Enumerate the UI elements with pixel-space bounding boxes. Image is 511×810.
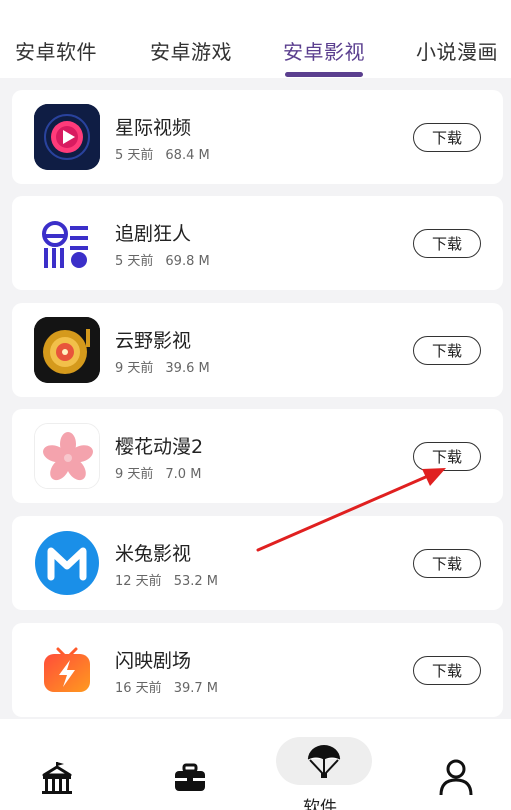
app-size: 69.8 M — [165, 254, 210, 269]
tab-android-video[interactable]: 安卓影视 — [283, 36, 365, 65]
app-size: 68.4 M — [165, 148, 210, 163]
nav-item-tools[interactable] — [130, 719, 250, 810]
app-age: 16 天前 — [115, 681, 162, 696]
play-icon — [34, 104, 100, 170]
app-card[interactable]: 追剧狂人 5 天前 69.8 M 下载 — [12, 196, 503, 290]
download-button[interactable]: 下载 — [413, 549, 481, 578]
nav-item-home[interactable] — [0, 719, 120, 810]
user-icon — [439, 759, 473, 796]
download-button[interactable]: 下载 — [413, 336, 481, 365]
app-meta: 9 天前 7.0 M — [115, 463, 201, 482]
app-card[interactable]: 闪映剧场 16 天前 39.7 M 下载 — [12, 623, 503, 717]
app-age: 12 天前 — [115, 574, 162, 589]
app-card[interactable]: 樱花动漫2 9 天前 7.0 M 下载 — [12, 409, 503, 503]
app-name: 追剧狂人 — [115, 223, 192, 245]
app-meta: 9 天前 39.6 M — [115, 357, 210, 376]
download-button[interactable]: 下载 — [413, 229, 481, 258]
app-size: 7.0 M — [165, 467, 202, 482]
download-button[interactable]: 下载 — [413, 123, 481, 152]
tab-novel-comics[interactable]: 小说漫画 — [416, 36, 498, 65]
app-size: 53.2 M — [173, 574, 218, 589]
app-card[interactable]: 云野影视 9 天前 39.6 M 下载 — [12, 303, 503, 397]
category-tabs: 安卓软件 安卓游戏 安卓影视 小说漫画 — [0, 0, 511, 78]
bottom-nav: 软件 — [0, 719, 511, 810]
app-meta: 12 天前 53.2 M — [115, 570, 218, 589]
app-size: 39.7 M — [173, 681, 218, 696]
sakura-flower-icon — [34, 423, 100, 489]
app-age: 5 天前 — [115, 254, 154, 269]
drama-logo-icon — [34, 210, 100, 276]
lightning-tv-icon — [34, 637, 100, 703]
parachute-icon — [307, 745, 341, 778]
app-card[interactable]: 米兔影视 12 天前 53.2 M 下载 — [12, 516, 503, 610]
app-meta: 16 天前 39.7 M — [115, 677, 218, 696]
active-tab-indicator — [285, 72, 363, 77]
nav-label-software: 软件 — [303, 798, 337, 810]
app-list[interactable]: 星际视频 5 天前 68.4 M 下载 追剧狂人 5 天前 69.8 M 下载 … — [0, 78, 511, 718]
app-size: 39.6 M — [165, 361, 210, 376]
circus-tent-icon — [42, 762, 72, 794]
app-name: 星际视频 — [115, 117, 192, 139]
nav-item-profile[interactable] — [391, 719, 511, 810]
toolbox-icon — [175, 763, 205, 791]
app-age: 9 天前 — [115, 361, 154, 376]
app-name: 云野影视 — [115, 330, 192, 352]
app-meta: 5 天前 68.4 M — [115, 144, 210, 163]
app-name: 樱花动漫2 — [115, 436, 204, 458]
download-button[interactable]: 下载 — [413, 656, 481, 685]
app-meta: 5 天前 69.8 M — [115, 250, 210, 269]
tab-android-software[interactable]: 安卓软件 — [15, 36, 97, 65]
m-logo-icon — [34, 530, 100, 596]
tab-android-games[interactable]: 安卓游戏 — [150, 36, 232, 65]
app-name: 米兔影视 — [115, 543, 192, 565]
app-age: 5 天前 — [115, 148, 154, 163]
download-button[interactable]: 下载 — [413, 442, 481, 471]
app-name: 闪映剧场 — [115, 650, 192, 672]
record-player-icon — [34, 317, 100, 383]
app-age: 9 天前 — [115, 467, 154, 482]
app-card[interactable]: 星际视频 5 天前 68.4 M 下载 — [12, 90, 503, 184]
